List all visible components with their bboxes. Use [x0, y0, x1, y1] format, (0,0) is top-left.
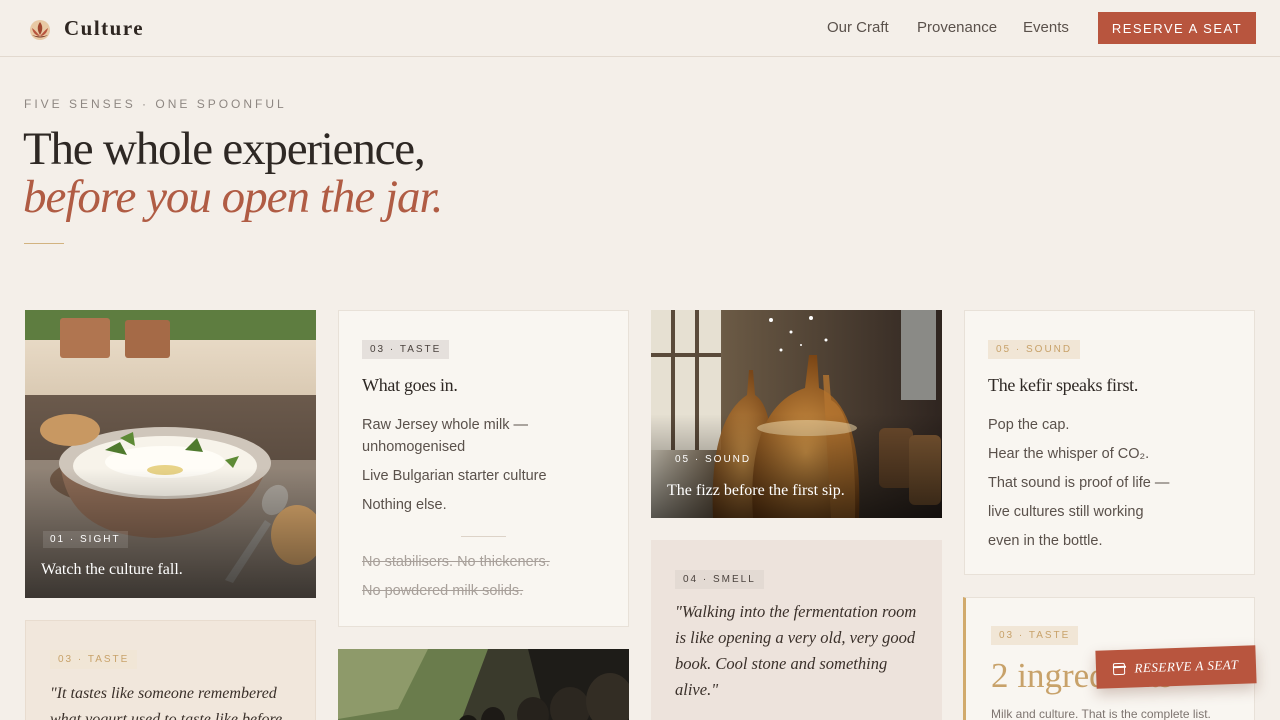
cellar-jars-image: [338, 649, 629, 720]
card-sight[interactable]: 01 · SIGHT Watch the culture fall.: [25, 310, 316, 598]
card-badge: 05 · SOUND: [988, 340, 1081, 359]
card-sound-image[interactable]: 05 · SOUND The fizz before the first sip…: [651, 310, 942, 518]
card-quote: "Walking into the fermentation room is l…: [675, 602, 917, 699]
floating-reserve-label: RESERVE A SEAT: [1134, 656, 1239, 676]
nav-link-our-craft[interactable]: Our Craft: [827, 19, 889, 36]
sound-line: live cultures still working: [988, 504, 1144, 520]
excluded-item: No stabilisers. No thickeners.: [362, 554, 550, 570]
sound-line: Hear the whisper of CO₂.: [988, 446, 1150, 462]
card-badge: 03 · TASTE: [991, 626, 1079, 645]
brand-logo[interactable]: Culture: [29, 16, 144, 41]
card-badge: 05 · SOUND: [675, 454, 752, 465]
card-sound-text[interactable]: 05 · SOUND The kefir speaks first. Pop t…: [964, 310, 1255, 575]
card-taste-ingredients[interactable]: 03 · TASTE What goes in. Raw Jersey whol…: [338, 310, 629, 627]
ingredient-item: unhomogenised: [362, 439, 466, 455]
excluded-item: No powdered milk solids.: [362, 583, 524, 599]
list-divider: [461, 536, 506, 537]
yogurt-bowl-image: [25, 310, 316, 598]
lotus-icon: [30, 19, 50, 40]
nav-link-provenance[interactable]: Provenance: [917, 19, 997, 36]
card-badge: 03 · TASTE: [50, 650, 138, 669]
card-title: What goes in.: [362, 375, 458, 395]
ingredient-count-sub: Milk and culture. That is the complete l…: [991, 707, 1211, 720]
hero-eyebrow: FIVE SENSES · ONE SPOONFUL: [24, 97, 287, 111]
hero-divider: [24, 243, 64, 244]
card-title: The kefir speaks first.: [988, 375, 1139, 395]
card-caption: Watch the culture fall.: [41, 561, 183, 578]
hero-title: The whole experience,: [23, 123, 426, 175]
card-taste-quote[interactable]: 03 · TASTE "It tastes like someone remem…: [25, 620, 316, 720]
ingredient-item: Nothing else.: [362, 497, 447, 513]
nav-link-events[interactable]: Events: [1023, 19, 1069, 36]
top-nav: Culture Our Craft Provenance Events RESE…: [0, 0, 1280, 57]
sound-line: even in the bottle.: [988, 533, 1103, 549]
card-quote: "It tastes like someone remembered what …: [50, 685, 283, 720]
sound-line: Pop the cap.: [988, 417, 1070, 433]
reserve-seat-button[interactable]: RESERVE A SEAT: [1098, 12, 1256, 44]
ingredient-item: Raw Jersey whole milk —: [362, 417, 528, 433]
sound-line: That sound is proof of life —: [988, 475, 1170, 491]
hero-title-accent: before you open the jar.: [23, 171, 443, 223]
ingredient-item: Live Bulgarian starter culture: [362, 468, 547, 484]
card-caption: The fizz before the first sip.: [667, 482, 845, 499]
card-smell[interactable]: 04 · SMELL "Walking into the fermentatio…: [651, 540, 942, 720]
card-badge: 03 · TASTE: [362, 340, 450, 359]
brand-name: Culture: [64, 16, 145, 40]
card-badge: 04 · SMELL: [675, 570, 764, 589]
calendar-icon: [1113, 662, 1126, 676]
card-badge: 01 · SIGHT: [43, 531, 128, 548]
floating-reserve-button[interactable]: RESERVE A SEAT: [1095, 645, 1257, 689]
card-cellar-image[interactable]: [338, 649, 629, 720]
